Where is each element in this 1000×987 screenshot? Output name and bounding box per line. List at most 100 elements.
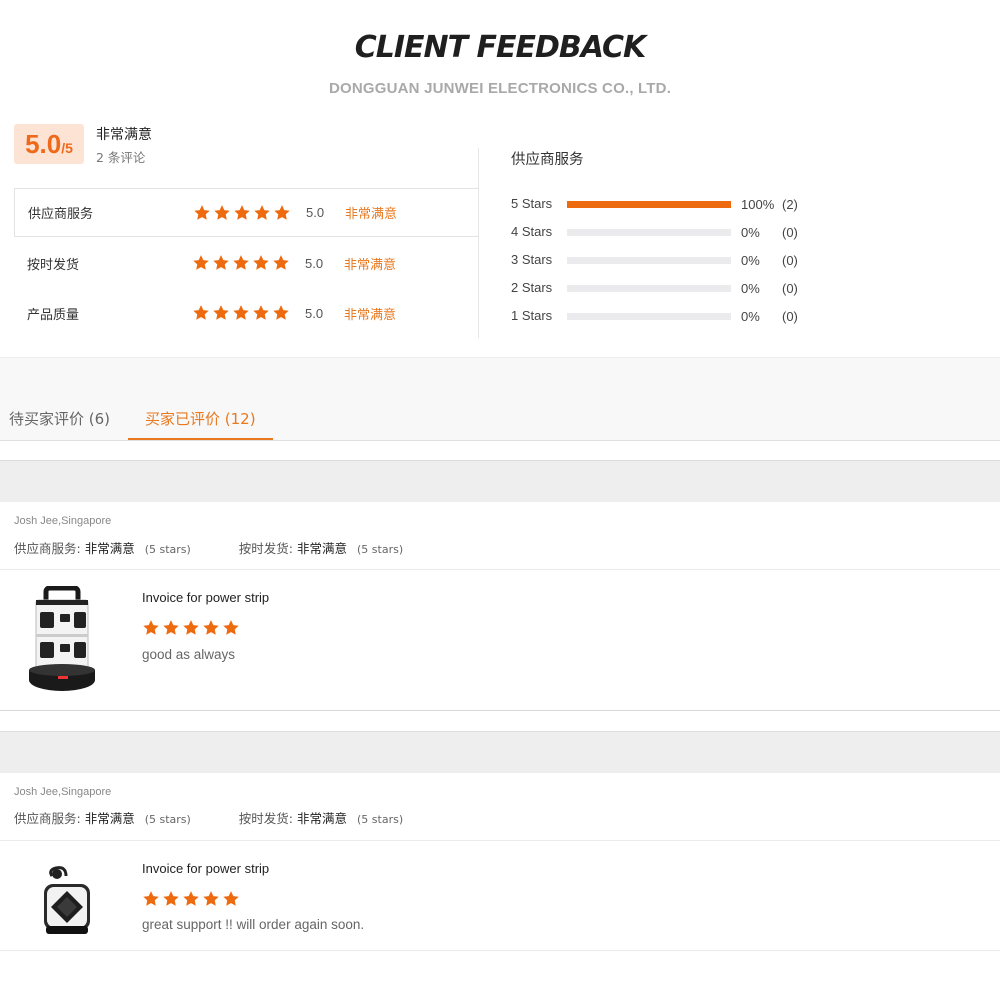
distribution-percent: 0% [741,253,760,268]
divider [478,148,479,338]
review-comment: good as always [142,647,236,662]
active-tab-indicator [128,438,273,440]
star-icon [213,204,231,222]
delivery-value: 非常满意 [297,541,348,556]
star-icon [272,254,290,272]
distribution-count: (0) [782,309,798,324]
star-icon [212,254,230,272]
rating-label: 产品质量 [27,307,80,323]
divider [0,950,1000,951]
distribution-row: 3 Stars 0% (0) [511,250,831,270]
delivery-label: 按时发货: [238,541,294,556]
overall-score-badge: 5.0 /5 [14,124,84,164]
distribution-count: (0) [782,225,798,240]
divider [0,840,1000,841]
star-icon [222,619,240,637]
distribution-bar [567,229,731,236]
distribution-percent: 0% [741,225,760,240]
review-separator [0,731,1000,773]
rating-row-product-quality: 产品质量 5.0 非常满意 [14,289,479,337]
review-meta: 供应商服务: 非常满意 (5 stars) 按时发货: 非常满意 (5 star… [14,808,403,827]
company-name: DONGGUAN JUNWEI ELECTRONICS CO., LTD. [328,80,672,97]
delivery-label: 按时发货: [238,811,294,826]
star-icon [273,204,291,222]
distribution-row: 4 Stars 0% (0) [511,222,831,242]
star-icon [162,619,180,637]
delivery-stars: (5 stars) [357,813,404,826]
distribution-label: 5 Stars [511,196,553,211]
power-tower-icon[interactable] [22,585,102,691]
service-stars: (5 stars) [144,813,191,826]
distribution-percent: 0% [741,281,760,296]
service-stars: (5 stars) [144,543,191,556]
rating-label: 供应商服务 [28,207,94,222]
product-title[interactable]: Invoice for power strip [142,861,269,876]
distribution-label: 2 Stars [511,280,553,295]
star-icon [232,304,250,322]
star-icon [233,204,251,222]
distribution-bar-fill [567,201,731,208]
page-title: CLIENT FEEDBACK [354,30,647,65]
rating-score: 5.0 [305,255,324,271]
star-icon [192,304,210,322]
review-comment: great support !! will order again soon. [142,917,365,932]
rating-label: 按时发货 [27,257,80,273]
service-label: 供应商服务: [14,811,81,826]
rating-text: 非常满意 [345,207,398,222]
distribution-label: 1 Stars [511,308,553,323]
star-icon [252,254,270,272]
divider [0,710,1000,711]
distribution-row: 5 Stars 100% (2) [511,194,831,214]
star-icon [182,619,200,637]
distribution-bar [567,313,731,320]
rating-text: 非常满意 [344,257,397,273]
star-icon [202,619,220,637]
star-icon [162,890,180,908]
power-cube-icon[interactable] [22,862,102,944]
rating-stars [193,204,291,222]
overall-score: 5.0 [25,129,62,159]
distribution-bar [567,285,731,292]
delivery-stars: (5 stars) [357,543,404,556]
star-icon [222,890,240,908]
star-icon [142,619,160,637]
product-title[interactable]: Invoice for power strip [142,590,269,605]
distribution-count: (0) [782,281,798,296]
overall-label: 非常满意 [96,127,152,143]
star-icon [252,304,270,322]
distribution-row: 1 Stars 0% (0) [511,306,831,326]
distribution-row: 2 Stars 0% (0) [511,278,831,298]
review-count: 2 条评论 [96,150,146,165]
review-user: Josh Jee,Singapore [14,786,112,798]
service-label: 供应商服务: [14,541,81,556]
review-separator [0,460,1000,502]
service-value: 非常满意 [84,541,135,556]
distribution-bar [567,201,731,208]
rating-score: 5.0 [305,305,324,321]
review-meta: 供应商服务: 非常满意 (5 stars) 按时发货: 非常满意 (5 star… [14,538,403,557]
distribution-bar [567,257,731,264]
overall-score-max: /5 [61,140,73,156]
rating-row-on-time-delivery: 按时发货 5.0 非常满意 [14,239,479,287]
distribution-percent: 0% [741,309,760,324]
star-icon [142,890,160,908]
divider [0,569,1000,570]
tab-pending-reviews[interactable]: 待买家评价 (6) [9,408,110,429]
rating-row-supplier-service: 供应商服务 5.0 非常满意 [14,189,479,237]
rating-score: 5.0 [306,205,325,220]
distribution-label: 4 Stars [511,224,553,239]
star-icon [253,204,271,222]
review-stars [142,619,240,637]
star-icon [182,890,200,908]
distribution-count: (0) [782,253,798,268]
review-stars [142,890,240,908]
rating-stars [192,304,290,322]
rating-stars [192,254,290,272]
star-icon [232,254,250,272]
star-icon [272,304,290,322]
tab-completed-reviews[interactable]: 买家已评价 (12) [145,408,256,429]
rating-text: 非常满意 [344,307,397,323]
service-value: 非常满意 [84,811,135,826]
star-icon [202,890,220,908]
distribution-title: 供应商服务 [511,152,584,168]
